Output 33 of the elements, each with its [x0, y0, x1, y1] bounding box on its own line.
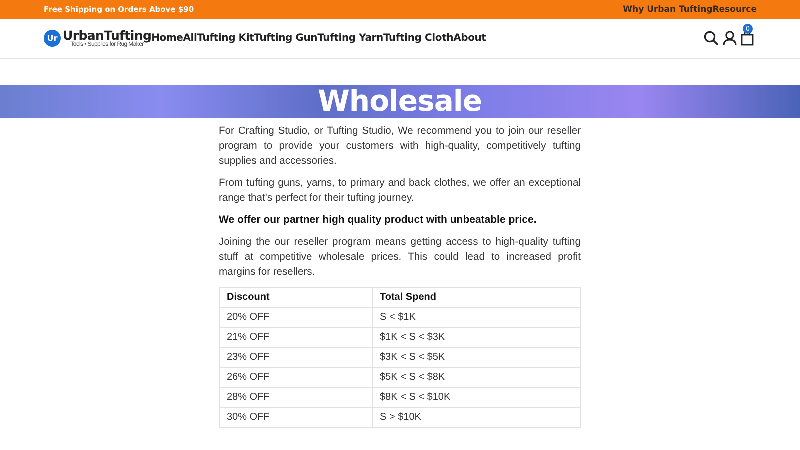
column-header: Discount [220, 288, 372, 308]
paragraph: We offer our partner high quality product with unbeatable price. [219, 213, 538, 228]
table-cell: $5K < S < $8K [372, 368, 580, 388]
table-cell: 30% OFF [220, 408, 372, 428]
table-cell: $1K < S < $3K [372, 328, 580, 348]
header-link[interactable]: Why Urban Tufting [623, 4, 713, 14]
table-cell: 20% OFF [220, 308, 372, 328]
logo-wordmark[interactable]: UrbanTufting [63, 29, 152, 42]
paragraph: From tufting guns, yarns, to primary and back clothes, we offer an exceptional range that's perfect for their tufting journey. [219, 177, 581, 206]
nav-link[interactable]: Tufting Yarn [318, 33, 384, 44]
table-cell: $3K < S < $5K [372, 348, 580, 368]
table-cell: 28% OFF [220, 388, 372, 408]
table-cell: 21% OFF [220, 328, 372, 348]
user-icon[interactable] [723, 31, 737, 46]
table-cell: S > $10K [372, 408, 580, 428]
header-link[interactable]: Resource [712, 4, 757, 14]
nav-link[interactable]: Tufting Gun [254, 33, 318, 44]
page-title: Wholesale [318, 85, 482, 118]
search-icon[interactable] [704, 31, 719, 46]
bag-icon[interactable] [741, 31, 754, 46]
column-header: Total Spend [372, 288, 580, 308]
nav-link[interactable]: Tufting Cloth [383, 33, 454, 44]
table-cell: S < $1K [372, 308, 580, 328]
table-cell: 23% OFF [220, 348, 372, 368]
nav-link[interactable]: All [183, 33, 198, 44]
nav-link[interactable]: Home [152, 33, 184, 44]
logo-icon[interactable]: Ur [44, 30, 61, 47]
paragraph: For Crafting Studio, or Tufting Studio, We recommend you to join our reseller program to provide your customers with high-quality, competitively tufting supplies and accessories. [219, 125, 581, 169]
paragraph: Joining the our reseller program means getting access to high-quality tufting stuff at competitive wholesale prices. This could lead to increased profit margins for resellers. [219, 236, 581, 280]
nav-link[interactable]: Tufting Kit [197, 33, 254, 44]
table-cell: 26% OFF [220, 368, 372, 388]
nav-link[interactable]: About [454, 33, 486, 44]
table-cell: $8K < S < $10K [372, 388, 580, 408]
